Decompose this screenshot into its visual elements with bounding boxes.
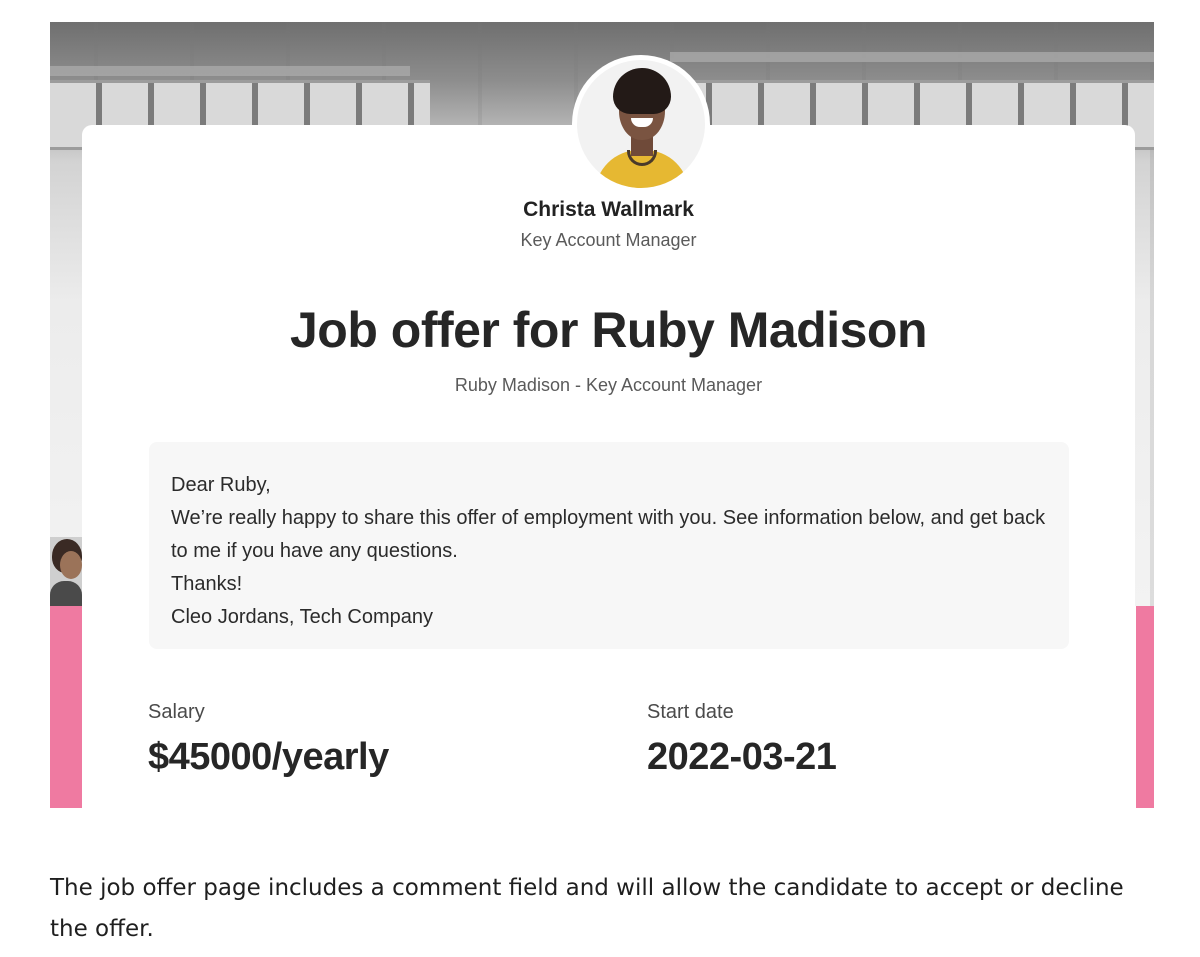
sender-title: Key Account Manager [520,230,697,250]
message-signature: Cleo Jordans, Tech Company [171,606,433,628]
pink-accent-left [50,606,82,808]
offer-title: Job offer for Ruby Madison [290,302,928,358]
message-greeting: Dear Ruby, [171,474,271,496]
offer-card: Christa Wallmark Key Account Manager Job… [82,55,1135,808]
salary-value: $45000/yearly [148,736,389,778]
sender-avatar [572,55,710,193]
background-person [50,537,82,607]
offer-message: Dear Ruby, We’re really happy to share t… [149,442,1069,649]
message-thanks: Thanks! [171,573,243,595]
start-date-label: Start date [647,701,734,723]
start-date-value: 2022-03-21 [647,736,837,778]
salary-label: Salary [148,701,205,723]
offer-subtitle: Ruby Madison - Key Account Manager [454,375,763,395]
caption-text: The job offer page includes a comment fi… [50,875,1124,942]
pink-accent-right [1136,606,1154,808]
sender-name: Christa Wallmark [523,198,694,221]
message-body: We’re really happy to share this offer o… [171,507,1046,562]
job-offer-screenshot: Christa Wallmark Key Account Manager Job… [50,22,1154,808]
